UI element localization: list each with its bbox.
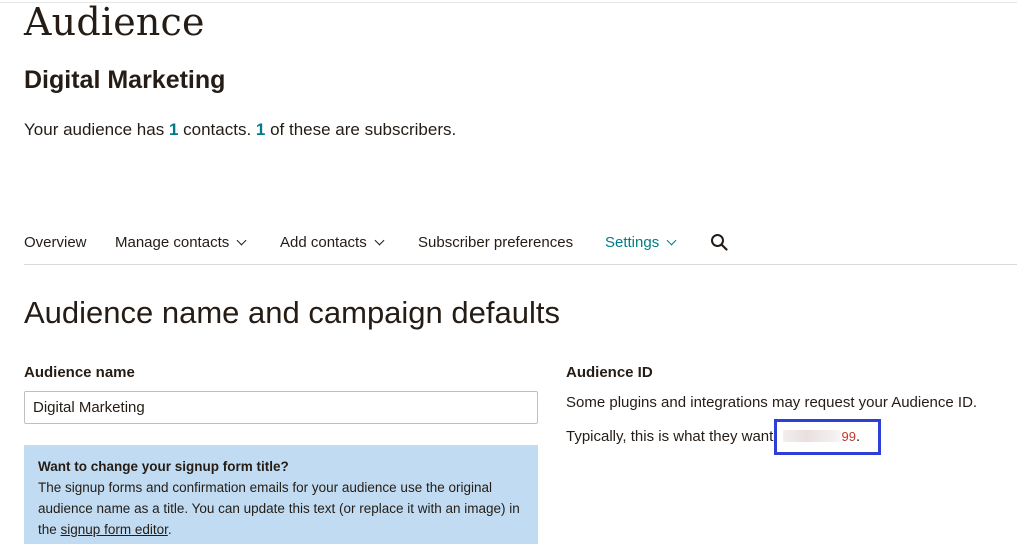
audience-id-prefix: Typically, this is what they want:	[566, 428, 778, 445]
nav-subscriber-preferences[interactable]: Subscriber preferences	[418, 233, 573, 253]
audience-name-heading: Digital Marketing	[24, 66, 226, 94]
info-box-title: Want to change your signup form title?	[38, 459, 289, 474]
contacts-middle: contacts.	[178, 120, 256, 139]
contacts-suffix: of these are subscribers.	[265, 120, 457, 139]
contacts-count[interactable]: 1	[169, 120, 178, 139]
page-title: Audience	[24, 0, 205, 44]
nav-manage-contacts[interactable]: Manage contacts	[115, 233, 247, 253]
chevron-down-icon	[374, 235, 385, 246]
audience-id-label: Audience ID	[566, 364, 653, 381]
search-icon[interactable]	[710, 233, 728, 251]
section-title: Audience name and campaign defaults	[24, 295, 560, 330]
nav-add-contacts[interactable]: Add contacts	[280, 233, 385, 253]
nav-overview[interactable]: Overview	[24, 233, 87, 253]
nav-subscriber-preferences-label: Subscriber preferences	[418, 234, 574, 251]
nav-settings-label: Settings	[605, 234, 660, 251]
subscribers-count[interactable]: 1	[256, 120, 265, 139]
nav-overview-label: Overview	[24, 234, 87, 251]
chevron-down-icon	[666, 235, 677, 246]
highlight-box	[774, 419, 881, 455]
audience-name-label: Audience name	[24, 364, 135, 381]
contacts-prefix: Your audience has	[24, 120, 169, 139]
contacts-summary: Your audience has 1 contacts. 1 of these…	[24, 118, 456, 142]
nav-add-contacts-label: Add contacts	[280, 234, 367, 251]
audience-nav: Overview Manage contacts Add contacts Su…	[24, 228, 1017, 265]
chevron-down-icon	[236, 235, 247, 246]
info-box-end: .	[167, 522, 172, 537]
nav-settings[interactable]: Settings	[605, 233, 677, 253]
nav-manage-contacts-label: Manage contacts	[115, 234, 230, 251]
info-box-body: The signup forms and confirmation emails…	[38, 477, 524, 540]
audience-name-input[interactable]	[24, 391, 538, 424]
signup-title-info-box: Want to change your signup form title? T…	[24, 445, 538, 544]
signup-form-editor-link[interactable]: signup form editor	[61, 522, 168, 537]
audience-id-description: Some plugins and integrations may reques…	[566, 394, 978, 411]
